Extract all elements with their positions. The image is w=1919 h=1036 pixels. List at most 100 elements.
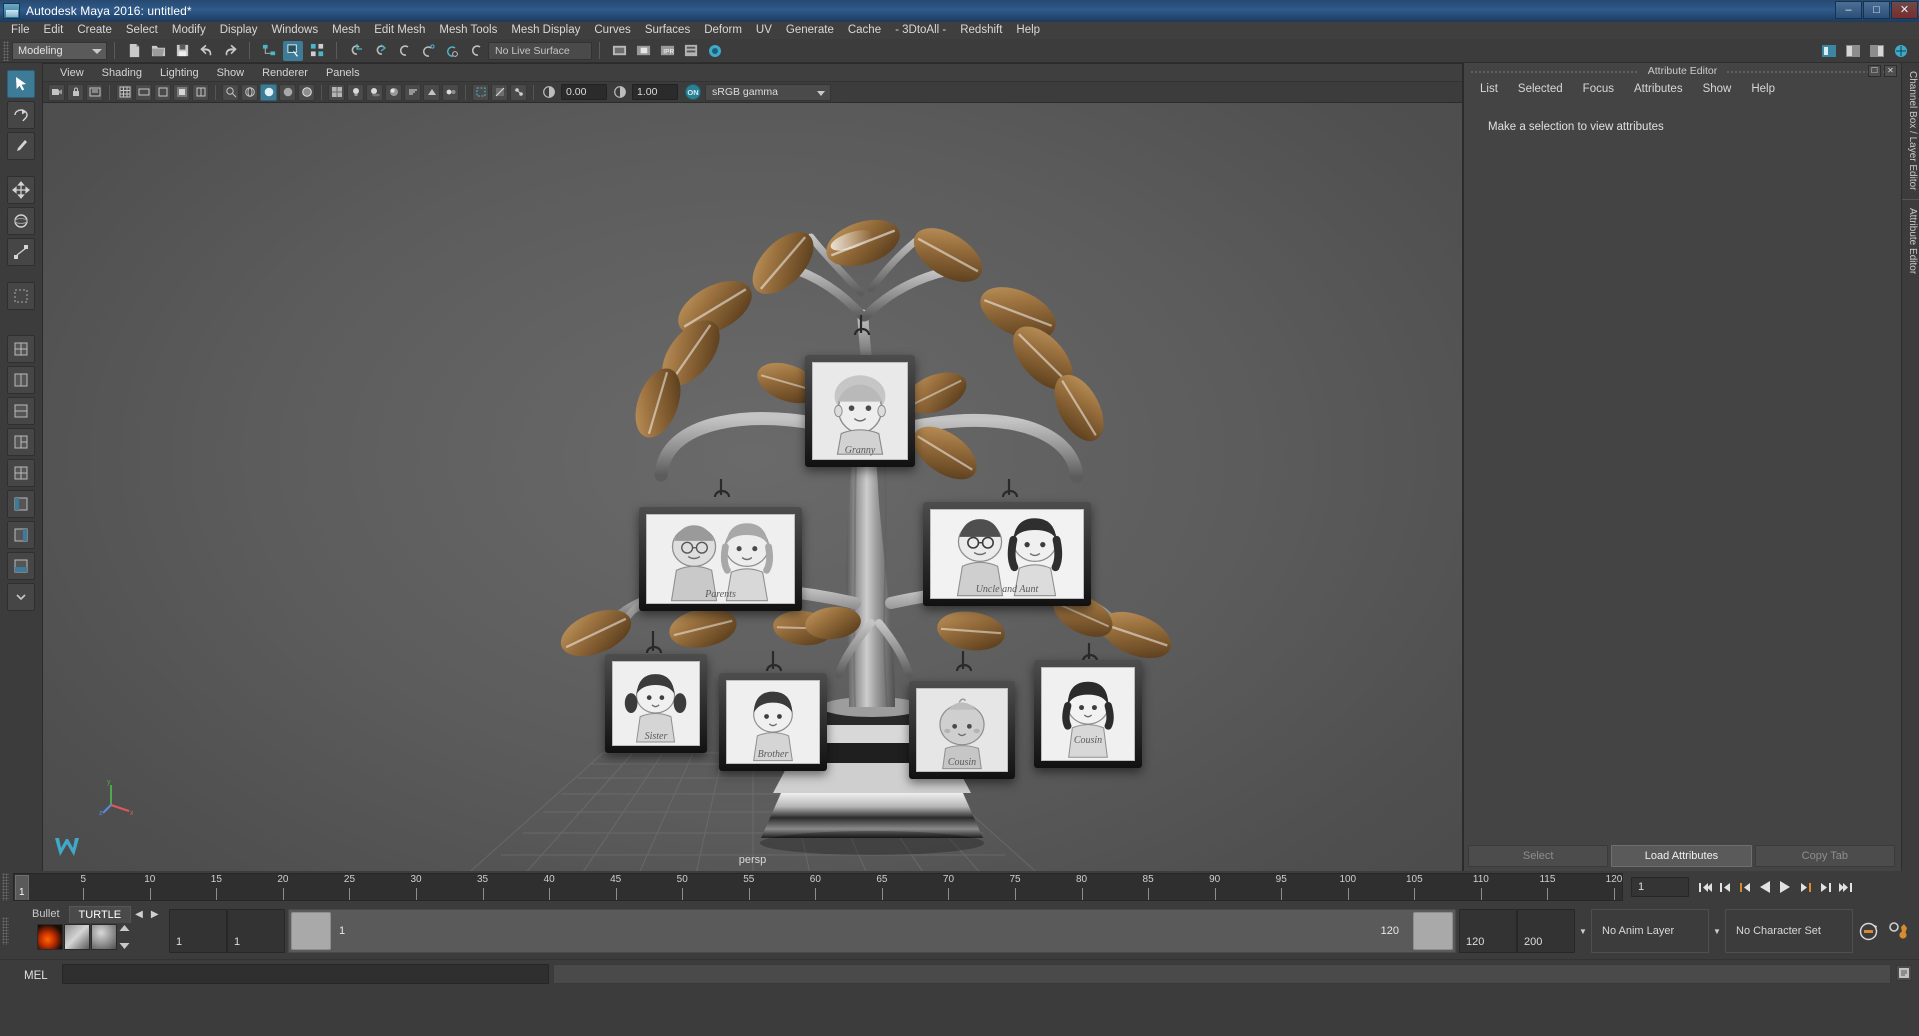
step-back-frame-icon[interactable] bbox=[1716, 877, 1734, 897]
exposure-field[interactable]: 0.00 bbox=[561, 84, 607, 100]
single-pane-layout-icon[interactable] bbox=[7, 335, 35, 363]
film-gate-icon[interactable] bbox=[135, 83, 152, 101]
time-slider-grip[interactable] bbox=[2, 873, 9, 901]
copy-tab-button[interactable]: Copy Tab bbox=[1754, 845, 1895, 867]
outliner-persp-layout-icon[interactable] bbox=[7, 521, 35, 549]
xray-toggle-icon[interactable] bbox=[491, 83, 508, 101]
render-region-icon[interactable] bbox=[633, 41, 653, 61]
select-by-object-icon[interactable] bbox=[283, 40, 303, 61]
attr-menu-focus[interactable]: Focus bbox=[1573, 82, 1624, 96]
render-settings-icon[interactable] bbox=[681, 41, 701, 61]
menu-generate[interactable]: Generate bbox=[779, 22, 841, 39]
lighting-toggle-icon[interactable] bbox=[347, 83, 364, 101]
menu-help[interactable]: Help bbox=[1009, 22, 1047, 39]
rotate-tool-icon[interactable] bbox=[7, 207, 35, 235]
show-channel-box-icon[interactable] bbox=[1867, 41, 1887, 61]
screen-space-ao-icon[interactable] bbox=[385, 83, 402, 101]
viewport-menu-view[interactable]: View bbox=[51, 66, 93, 80]
film-origin-icon[interactable] bbox=[192, 83, 209, 101]
shelf-prev-icon[interactable]: ◀ bbox=[131, 909, 147, 920]
time-slider-current-frame-marker[interactable]: 1 bbox=[15, 875, 29, 900]
new-scene-icon[interactable] bbox=[124, 41, 144, 61]
playback-end-field[interactable]: 120 bbox=[1459, 909, 1517, 953]
redo-icon[interactable] bbox=[220, 41, 240, 61]
command-line-input[interactable] bbox=[62, 964, 549, 984]
photo-frame-cousin-baby[interactable]: Cousin bbox=[909, 681, 1015, 779]
character-set-chevron-icon[interactable]: ▼ bbox=[1709, 909, 1725, 953]
menu-edit-mesh[interactable]: Edit Mesh bbox=[367, 22, 432, 39]
menu-cache[interactable]: Cache bbox=[841, 22, 888, 39]
vtab-channel-box-layer-editor[interactable]: Channel Box / Layer Editor bbox=[1902, 63, 1919, 200]
workspace-selector-icon[interactable] bbox=[1891, 41, 1911, 61]
make-live-icon[interactable] bbox=[466, 41, 486, 61]
auto-key-icon[interactable] bbox=[1853, 921, 1883, 942]
photo-frame-sister[interactable]: Sister bbox=[605, 654, 707, 753]
show-attribute-editor-icon[interactable] bbox=[1819, 41, 1839, 61]
two-pane-side-layout-icon[interactable] bbox=[7, 366, 35, 394]
gate-mask-icon[interactable] bbox=[173, 83, 190, 101]
ipr-render-icon[interactable]: IPR bbox=[657, 41, 677, 61]
select-button[interactable]: Select bbox=[1468, 845, 1609, 867]
lasso-select-tool-icon[interactable] bbox=[7, 101, 35, 129]
menu-mesh-display[interactable]: Mesh Display bbox=[504, 22, 587, 39]
maximize-button[interactable]: □ bbox=[1863, 1, 1890, 19]
gamma-icon[interactable] bbox=[611, 84, 628, 101]
texture-toggle-icon[interactable] bbox=[328, 83, 345, 101]
select-camera-icon[interactable] bbox=[48, 83, 65, 101]
attr-menu-list[interactable]: List bbox=[1470, 82, 1508, 96]
undock-icon[interactable]: ☐ bbox=[1868, 65, 1881, 77]
select-by-component-icon[interactable] bbox=[307, 41, 327, 61]
animation-start-field[interactable]: 1 bbox=[169, 909, 227, 953]
photo-frame-brother[interactable]: Brother bbox=[719, 673, 827, 771]
snap-to-projected-center-icon[interactable] bbox=[418, 41, 438, 61]
load-attributes-button[interactable]: Load Attributes bbox=[1611, 845, 1752, 867]
menu-modify[interactable]: Modify bbox=[165, 22, 213, 39]
snap-to-point-icon[interactable] bbox=[394, 41, 414, 61]
menu-mesh[interactable]: Mesh bbox=[325, 22, 367, 39]
attr-menu-attributes[interactable]: Attributes bbox=[1624, 82, 1693, 96]
gamma-field[interactable]: 1.00 bbox=[632, 84, 678, 100]
select-by-hierarchy-icon[interactable] bbox=[259, 41, 279, 61]
perspective-outliner-layout-icon[interactable] bbox=[7, 490, 35, 518]
viewport-menu-panels[interactable]: Panels bbox=[317, 66, 369, 80]
menu-create[interactable]: Create bbox=[70, 22, 119, 39]
exposure-icon[interactable] bbox=[540, 84, 557, 101]
more-layouts-icon[interactable] bbox=[7, 583, 35, 611]
isolate-select-icon[interactable] bbox=[472, 83, 489, 101]
live-surface-field[interactable]: No Live Surface bbox=[488, 41, 592, 60]
resolution-gate-icon[interactable] bbox=[154, 83, 171, 101]
anim-layer-chevron-icon[interactable]: ▼ bbox=[1575, 909, 1591, 953]
xray-joints-icon[interactable] bbox=[510, 83, 527, 101]
turtle-render-icon[interactable] bbox=[64, 924, 90, 950]
photo-frame-granny[interactable]: Granny bbox=[805, 355, 915, 467]
animation-preferences-icon[interactable] bbox=[1883, 921, 1913, 942]
vtab-attribute-editor[interactable]: Attribute Editor bbox=[1902, 200, 1919, 282]
anim-layer-selector[interactable]: No Anim Layer bbox=[1591, 909, 1709, 953]
current-frame-field[interactable]: 1 bbox=[1631, 877, 1689, 897]
script-editor-icon[interactable] bbox=[1896, 965, 1912, 981]
motion-blur-icon[interactable] bbox=[404, 83, 421, 101]
animation-end-field[interactable]: 200 bbox=[1517, 909, 1575, 953]
shadows-toggle-icon[interactable] bbox=[366, 83, 383, 101]
multisample-aa-icon[interactable] bbox=[423, 83, 440, 101]
viewport-menu-lighting[interactable]: Lighting bbox=[151, 66, 208, 80]
range-start-field[interactable]: 1 bbox=[227, 909, 285, 953]
grid-toggle-icon[interactable] bbox=[116, 83, 133, 101]
menu-select[interactable]: Select bbox=[119, 22, 165, 39]
wireframe-on-shaded-icon[interactable] bbox=[298, 83, 315, 101]
snap-to-grid-icon[interactable] bbox=[346, 41, 366, 61]
menu-redshift[interactable]: Redshift bbox=[953, 22, 1009, 39]
menu-display[interactable]: Display bbox=[213, 22, 265, 39]
toolbar-grip[interactable] bbox=[3, 40, 9, 61]
shelf-next-icon[interactable]: ▶ bbox=[147, 909, 163, 920]
minimize-button[interactable]: – bbox=[1835, 1, 1862, 19]
lock-camera-icon[interactable] bbox=[67, 83, 84, 101]
snap-to-view-plane-icon[interactable] bbox=[442, 41, 462, 61]
select-tool-icon[interactable] bbox=[7, 70, 35, 98]
menu-surfaces[interactable]: Surfaces bbox=[638, 22, 697, 39]
three-pane-layout-icon[interactable] bbox=[7, 428, 35, 456]
range-handle-right[interactable] bbox=[1413, 912, 1453, 950]
viewport-menu-renderer[interactable]: Renderer bbox=[253, 66, 317, 80]
viewport-menu-show[interactable]: Show bbox=[208, 66, 254, 80]
character-set-selector[interactable]: No Character Set bbox=[1725, 909, 1853, 953]
